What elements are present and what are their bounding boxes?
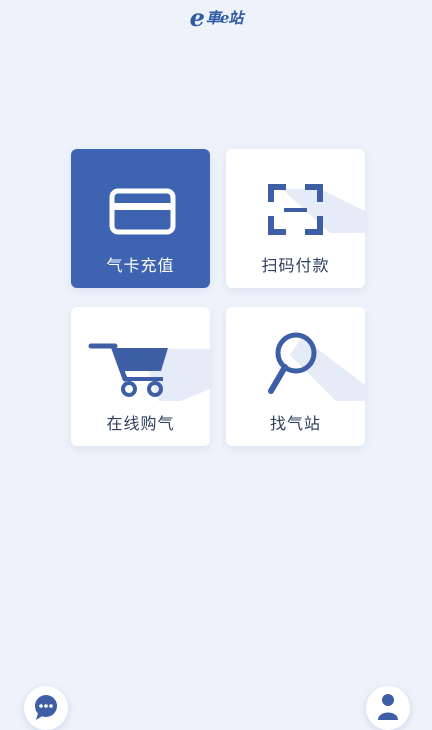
cart-icon [88,343,210,401]
logo-e: e [189,3,205,32]
online-buy-label: 在线购气 [106,414,175,433]
search-icon [268,332,365,401]
profile-button[interactable] [366,686,410,730]
scan-pay-tile[interactable]: 扫码付款 [226,149,365,288]
chat-button[interactable] [24,686,68,730]
find-station-tile[interactable]: 找气站 [226,307,365,446]
app-logo: e 車e站 [0,6,432,30]
logo-mark: e 車e站 [189,3,244,32]
logo-text: 車e站 [205,9,244,27]
chat-icon [35,695,57,720]
scan-pay-label: 扫码付款 [261,256,330,275]
card-recharge-tile[interactable]: 气卡充值 [71,149,210,288]
card-recharge-label: 气卡充值 [106,256,175,275]
user-icon [378,694,398,720]
scan-icon [268,184,365,235]
find-station-label: 找气站 [269,414,321,433]
online-buy-tile[interactable]: 在线购气 [71,307,210,446]
card-icon [109,188,176,235]
